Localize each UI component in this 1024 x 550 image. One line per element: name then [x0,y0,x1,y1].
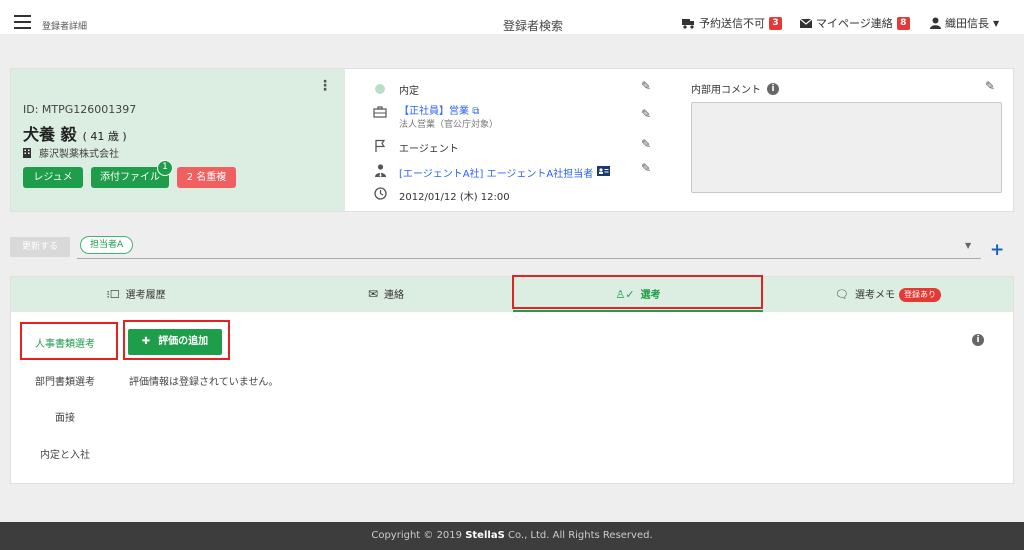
tab-contact-label: 連絡 [384,290,405,301]
stage-interview[interactable]: 面接 [10,409,120,424]
memo-badge: 登録あり [898,288,941,302]
copyright-brand: StellaS [465,530,505,541]
edit-route-icon[interactable]: ✎ [641,137,651,151]
status-dot-icon [369,83,391,97]
tab-contact[interactable]: ✉ 連絡 [261,277,511,312]
mypage-badge: 8 [896,16,910,30]
route-value: エージェント [399,143,459,155]
reservation-label: 予約送信不可 [699,17,765,30]
edit-job-icon[interactable]: ✎ [641,107,651,121]
more-menu-icon[interactable]: ⋮ [318,78,332,94]
highlight-add-evaluation [123,320,230,360]
comment-title: 内部用コメント [691,85,761,96]
update-button[interactable]: 更新する [10,237,70,257]
breadcrumb: 登録者詳細 [42,22,88,32]
job-subtitle: 法人営業（官公庁対象） [399,120,499,130]
resume-button[interactable]: レジュメ [23,167,83,188]
user-menu[interactable]: 織田信長 ▼ [930,15,999,31]
reservation-status[interactable]: 予約送信不可 3 [682,15,782,31]
reservation-badge: 3 [769,16,782,30]
info-icon[interactable]: i [767,82,779,95]
menu-icon[interactable] [14,15,31,29]
status-row: 内定 [369,82,419,97]
candidate-name: 犬養 毅 [23,125,77,144]
tab-history[interactable]: ⁝☐ 選考履歴 [11,277,261,312]
truck-icon [682,18,694,29]
history-icon: ⁝☐ [106,288,120,301]
date-row: 2012/01/12 (木) 12:00 [369,187,510,203]
top-header: 登録者詳細 登録者検索 予約送信不可 3 マイページ連絡 8 織田信長 ▼ [0,0,1024,34]
chevron-down-icon: ▼ [993,18,1000,28]
highlight-tab-selection [512,275,763,309]
assignee-tag[interactable]: 担当者A [80,236,134,254]
tab-memo-label: 選考メモ [854,290,895,301]
edit-comment-icon[interactable]: ✎ [985,79,995,93]
memo-icon: 🗨 [835,288,849,301]
candidate-company: 藤沢製薬株式会社 [23,145,119,160]
envelope-icon [800,18,812,28]
clock-icon [369,187,391,203]
attachment-count-badge: 1 [157,160,173,176]
briefcase-icon [369,106,391,121]
company-name: 藤沢製薬株式会社 [39,149,119,160]
stage-dept-docs[interactable]: 部門書類選考 [10,373,120,388]
candidate-name-row: 犬養 毅 ( 41 歳 ) [23,121,127,145]
flag-icon [369,139,391,155]
mypage-contact[interactable]: マイページ連絡 8 [800,15,910,31]
edit-status-icon[interactable]: ✎ [641,79,651,93]
date-value: 2012/01/12 (木) 12:00 [399,191,510,203]
envelope-icon: ✉ [367,287,379,301]
footer: Copyright © 2019 StellaS Co., Ltd. All R… [0,522,1024,550]
copyright-suffix: Co., Ltd. All Rights Reserved. [504,530,653,541]
user-name: 織田信長 [945,17,989,30]
candidate-id: ID: MTPG126001397 [23,103,137,116]
mypage-label: マイページ連絡 [816,17,893,30]
building-icon [23,147,31,158]
dropdown-caret-icon[interactable]: ▼ [965,241,971,250]
info-icon[interactable]: i [972,334,984,346]
stage-offer[interactable]: 内定と入社 [10,446,120,461]
comment-textarea[interactable] [691,102,1002,193]
external-link-icon[interactable]: ⧉ [472,106,479,117]
status-value: 内定 [399,86,419,97]
job-link[interactable]: 【正社員】営業 [399,106,469,117]
copyright-prefix: Copyright © 2019 [371,530,466,541]
person-tie-icon [369,164,391,180]
route-row: エージェント [369,139,459,155]
add-assignee-icon[interactable]: + [990,240,1004,260]
edit-agent-icon[interactable]: ✎ [641,161,651,175]
comment-header: 内部用コメント i [691,81,779,96]
assignee-select-underline[interactable] [77,258,981,259]
agent-row: [エージェントA社] エージェントA社担当者 [369,164,611,180]
tab-history-label: 選考履歴 [125,290,166,301]
profile-panel: ⋮ ID: MTPG126001397 犬養 毅 ( 41 歳 ) 藤沢製薬株式会… [11,69,345,211]
agent-link[interactable]: [エージェントA社] エージェントA社担当者 [399,165,593,180]
empty-message: 評価情報は登録されていません。 [129,377,279,388]
candidate-age: ( 41 歳 ) [82,130,127,143]
candidate-card: ⋮ ID: MTPG126001397 犬養 毅 ( 41 歳 ) 藤沢製薬株式会… [10,68,1014,212]
duplicate-button[interactable]: 2 名重複 [177,167,236,188]
search-link[interactable]: 登録者検索 [503,17,563,34]
highlight-stage-hr-docs [20,322,118,360]
user-icon [930,17,941,29]
job-row: 【正社員】営業 ⧉ 法人営業（官公庁対象） [369,102,498,130]
tab-memo[interactable]: 🗨 選考メモ 登録あり [763,277,1013,312]
id-card-icon [597,165,611,179]
